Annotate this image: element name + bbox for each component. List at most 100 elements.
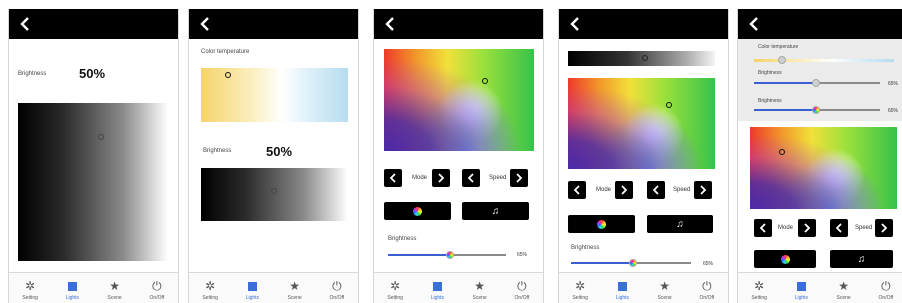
brightness-slider-knob-2[interactable] xyxy=(812,106,820,114)
back-button[interactable] xyxy=(746,16,762,32)
rgb-color-picker[interactable] xyxy=(750,127,897,209)
mode-label: Mode xyxy=(778,225,794,231)
picker-marker[interactable] xyxy=(779,149,785,155)
tab-lights[interactable]: Lights xyxy=(51,273,93,303)
back-button[interactable] xyxy=(17,16,33,32)
back-button[interactable] xyxy=(567,16,583,32)
rgb-color-picker[interactable] xyxy=(568,78,715,169)
mode-next-button[interactable] xyxy=(798,219,816,237)
mode-prev-button[interactable] xyxy=(754,219,772,237)
tab-onoff[interactable]: ⏻ On/Off xyxy=(501,273,543,303)
star-icon: ★ xyxy=(109,279,120,293)
music-button[interactable]: ♫ xyxy=(462,202,529,220)
brightness-slider-fill-2 xyxy=(754,109,814,111)
chevron-left-icon xyxy=(467,173,474,183)
tab-setting[interactable]: ✲ Setting xyxy=(559,273,601,303)
top-bar xyxy=(9,9,178,39)
mode-next-button[interactable] xyxy=(432,169,450,187)
picker-marker[interactable] xyxy=(225,72,231,78)
speed-next-button[interactable] xyxy=(510,169,528,187)
brightness-picker[interactable] xyxy=(201,168,348,221)
color-temperature-label: Color temperature xyxy=(758,44,799,50)
brightness-picker[interactable] xyxy=(18,103,168,261)
mode-next-button[interactable] xyxy=(615,181,633,199)
speed-prev-button[interactable] xyxy=(647,181,665,199)
color-wheel-button[interactable] xyxy=(384,202,451,220)
tab-label: Setting xyxy=(572,295,588,301)
mode-label: Mode xyxy=(412,175,428,181)
power-icon: ⏻ xyxy=(517,279,527,293)
tab-setting[interactable]: ✲ Setting xyxy=(374,273,416,303)
tab-lights[interactable]: Lights xyxy=(231,273,273,303)
back-button[interactable] xyxy=(197,16,213,32)
music-button[interactable]: ♫ xyxy=(647,215,713,233)
back-arrow-icon xyxy=(749,17,758,31)
lights-icon xyxy=(247,279,257,293)
brightness-slider-knob-1[interactable] xyxy=(812,79,820,87)
speed-prev-button[interactable] xyxy=(830,219,848,237)
tab-onoff[interactable]: ⏻ On/Off xyxy=(136,273,178,303)
back-arrow-icon xyxy=(385,17,394,31)
screen-rgb-mode: Mode Speed ♫ Brightness 65% ✲ Setting Lig… xyxy=(373,9,544,303)
lights-icon xyxy=(617,279,627,293)
music-button[interactable]: ♫ xyxy=(830,250,893,268)
tab-onoff[interactable]: ⏻ On/Off xyxy=(316,273,358,303)
chevron-right-icon xyxy=(621,185,628,195)
picker-marker[interactable] xyxy=(482,78,488,84)
tab-scene[interactable]: ★ Scene xyxy=(644,273,686,303)
tab-lights[interactable]: Lights xyxy=(780,273,822,303)
tab-scene[interactable]: ★ Scene xyxy=(823,273,865,303)
color-wheel-button[interactable] xyxy=(754,250,816,268)
rgb-color-picker[interactable] xyxy=(384,49,534,151)
brightness-slider-knob[interactable] xyxy=(629,259,637,267)
tab-scene[interactable]: ★ Scene xyxy=(94,273,136,303)
picker-marker[interactable] xyxy=(666,102,672,108)
tab-label: On/Off xyxy=(514,295,530,301)
tab-bar: ✲ Setting Lights ★ Scene ⏻ On/Off xyxy=(559,272,728,303)
brightness-value: 50% xyxy=(266,144,293,159)
speed-label: Speed xyxy=(855,225,873,231)
tab-onoff[interactable]: ⏻ On/Off xyxy=(686,273,728,303)
brightness-slider-knob[interactable] xyxy=(446,251,454,259)
screen-rgb-dimmer: Mode Speed ♫ Brightness 65% ✲ Setting Lig… xyxy=(558,9,729,303)
white-level-bar[interactable] xyxy=(568,51,715,66)
lights-icon xyxy=(432,279,442,293)
chevron-left-icon xyxy=(759,223,766,233)
brightness-label: Brightness xyxy=(203,148,232,154)
color-temperature-label: Color temperature xyxy=(201,49,250,55)
tab-onoff[interactable]: ⏻ On/Off xyxy=(865,273,902,303)
brightness-percent: 65% xyxy=(703,261,714,267)
screen-combined: Color temperature Brightness 65% Brightn… xyxy=(737,9,902,303)
tab-setting[interactable]: ✲ Setting xyxy=(738,273,780,303)
color-temperature-knob[interactable] xyxy=(778,56,786,64)
tab-label: Setting xyxy=(387,295,403,301)
bar-marker[interactable] xyxy=(642,55,648,61)
speed-next-button[interactable] xyxy=(694,181,712,199)
tab-label: Setting xyxy=(22,295,38,301)
tab-lights[interactable]: Lights xyxy=(416,273,458,303)
lights-icon xyxy=(796,279,806,293)
tab-scene[interactable]: ★ Scene xyxy=(459,273,501,303)
picker-marker[interactable] xyxy=(271,188,277,194)
picker-marker[interactable] xyxy=(98,134,104,140)
mode-prev-button[interactable] xyxy=(384,169,402,187)
color-temperature-slider[interactable] xyxy=(754,59,894,62)
chevron-right-icon xyxy=(881,223,888,233)
back-button[interactable] xyxy=(382,16,398,32)
tab-lights[interactable]: Lights xyxy=(601,273,643,303)
color-temperature-picker[interactable] xyxy=(201,68,348,122)
tab-setting[interactable]: ✲ Setting xyxy=(9,273,51,303)
speed-next-button[interactable] xyxy=(875,219,893,237)
star-icon: ★ xyxy=(474,279,485,293)
tab-scene[interactable]: ★ Scene xyxy=(274,273,316,303)
gear-icon: ✲ xyxy=(390,279,401,293)
tab-setting[interactable]: ✲ Setting xyxy=(189,273,231,303)
speed-prev-button[interactable] xyxy=(462,169,480,187)
color-wheel-button[interactable] xyxy=(568,215,635,233)
back-arrow-icon xyxy=(200,17,209,31)
music-note-icon: ♫ xyxy=(857,253,866,265)
brightness-percent-1: 65% xyxy=(888,81,899,87)
tab-label: Lights xyxy=(430,295,445,301)
brightness-slider-fill xyxy=(571,262,633,264)
mode-prev-button[interactable] xyxy=(568,181,586,199)
